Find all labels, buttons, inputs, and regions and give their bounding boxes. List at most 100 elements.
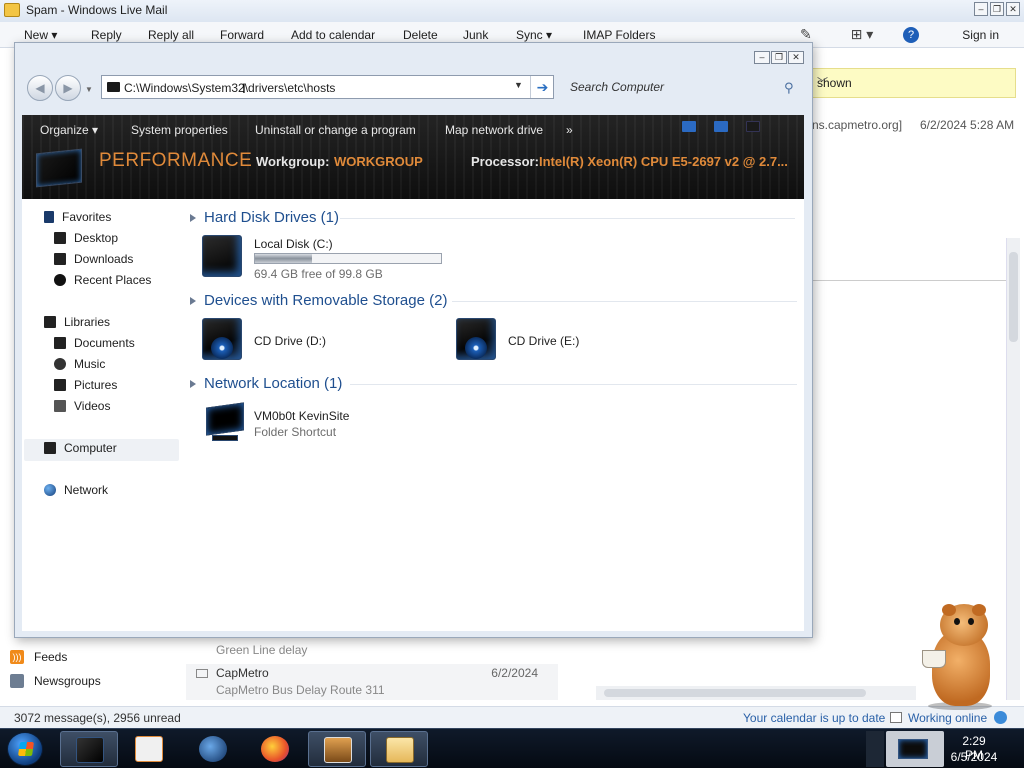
collapse-triangle-icon[interactable] [190,296,196,305]
list-item[interactable]: CapMetro CapMetro Bus Delay Route 311 6/… [186,664,558,700]
imap-folders-button[interactable]: IMAP Folders [583,28,655,42]
forward-button[interactable]: Forward [220,28,264,42]
nav-item-downloads[interactable]: Downloads [54,252,133,266]
taskbar-app-box-game[interactable] [308,731,366,767]
restore-icon[interactable]: ❐ [990,2,1004,16]
search-icon[interactable]: ⚲ [784,80,794,96]
address-bar[interactable]: ▼ ➔ [101,75,554,99]
capacity-bar [254,253,442,264]
taskbar-app-media-player[interactable] [120,731,178,767]
clock-date[interactable]: 6/5/2024 [948,750,1000,764]
nav-item-desktop[interactable]: Desktop [54,231,118,245]
nav-item-label: Downloads [74,252,134,266]
downloads-icon [54,253,66,265]
forward-button[interactable]: ▶ [55,75,81,101]
restore-icon[interactable]: ❐ [771,51,787,64]
change-view-icon[interactable] [682,121,696,132]
sign-in-button[interactable]: Sign in [962,28,999,42]
recent-pages-dropdown-icon[interactable]: ▼ [85,85,93,94]
desktop-icon [54,232,66,244]
mascot-cup [922,650,946,668]
reply-button[interactable]: Reply [91,28,122,42]
nav-item-network[interactable]: Network [44,483,108,497]
mascot-head [940,604,988,646]
new-button[interactable]: New ▾ [24,28,57,42]
scroll-thumb[interactable] [1009,252,1018,342]
preview-pane-icon[interactable] [714,121,728,132]
junk-button[interactable]: Junk [463,28,488,42]
reply-all-button[interactable]: Reply all [148,28,194,42]
newsgroup-icon [10,674,24,688]
online-status[interactable]: Working online [908,711,987,725]
message-subject[interactable]: Green Line delay [216,643,307,657]
tray-active-icon[interactable] [886,731,944,767]
info-bar: shown ﹀ [812,68,1016,98]
nav-item-newsgroups[interactable]: Newsgroups [10,674,101,688]
taskbar: 2:29 PM 6/5/2024 [0,728,1024,768]
drive-cd-d[interactable]: CD Drive (D:) [202,318,402,364]
libraries-icon [44,316,56,328]
nav-item-documents[interactable]: Documents [54,336,135,350]
close-icon[interactable]: ✕ [1006,2,1020,16]
address-dropdown-icon[interactable]: ▼ [514,80,523,90]
group-header-network-location[interactable]: Network Location (1) [190,375,797,392]
nav-item-recent-places[interactable]: Recent Places [54,273,151,287]
mascot-ear [972,604,986,616]
network-location-item[interactable]: VM0b0t KevinSite Folder Shortcut [202,402,402,449]
group-header-removable[interactable]: Devices with Removable Storage (2) [190,292,797,309]
taskbar-app-explorer[interactable] [60,731,118,767]
minimize-icon[interactable]: – [754,51,770,64]
nav-item-favorites[interactable]: Favorites [44,210,111,224]
back-button[interactable]: ◀ [27,75,53,101]
group-divider [452,301,797,302]
nav-item-libraries[interactable]: Libraries [44,315,110,329]
envelope-icon [196,669,208,678]
group-title: Network Location (1) [204,375,343,392]
search-input[interactable] [570,78,770,95]
processor-value: Intel(R) Xeon(R) CPU E5-2697 v2 @ 2.7... [539,154,788,169]
location-name: VM0b0t KevinSite [254,409,350,423]
uninstall-program-button[interactable]: Uninstall or change a program [255,123,416,137]
map-network-drive-button[interactable]: Map network drive [445,123,543,137]
help-icon[interactable] [746,121,760,132]
nav-item-videos[interactable]: Videos [54,399,110,413]
message-date: 6/2/2024 [491,666,538,680]
minimize-icon[interactable]: – [974,2,988,16]
explorer-content: Favorites Desktop Downloads Recent Place… [22,199,804,631]
globe-icon [994,711,1007,724]
nav-item-computer[interactable]: Computer [44,441,117,455]
taskbar-app-network-globe[interactable] [184,731,242,767]
group-header-hard-disk[interactable]: Hard Disk Drives (1) [190,209,795,226]
taskbar-app-firefox[interactable] [246,731,304,767]
cd-drive-icon [456,318,496,360]
delete-button[interactable]: Delete [403,28,438,42]
nav-item-music[interactable]: Music [54,357,105,371]
system-properties-button[interactable]: System properties [131,123,228,137]
organize-button[interactable]: Organize ▾ [40,123,98,137]
sync-button[interactable]: Sync ▾ [516,28,552,42]
start-button[interactable] [7,732,43,766]
show-hidden-icons-button[interactable] [866,731,884,767]
search-box[interactable]: ⚲ [564,75,804,99]
drive-cd-e[interactable]: CD Drive (E:) [456,318,656,364]
pen-icon[interactable]: ✎ ⊞ ▾ [800,26,873,43]
collapse-triangle-icon[interactable] [190,213,196,222]
drive-local-disk-c[interactable]: Local Disk (C:) 69.4 GB free of 99.8 GB [202,235,462,281]
address-input[interactable] [124,79,508,96]
add-to-calendar-button[interactable]: Add to calendar [291,28,375,42]
mail-left-nav: ))) Feeds Newsgroups [0,640,180,702]
more-commands-button[interactable]: » [566,123,573,137]
nav-item-feeds[interactable]: ))) Feeds [10,650,67,664]
nav-item-pictures[interactable]: Pictures [54,378,117,392]
vertical-scrollbar[interactable] [1006,238,1020,700]
scroll-thumb[interactable] [604,689,866,697]
close-icon[interactable]: ✕ [788,51,804,64]
collapse-triangle-icon[interactable] [190,379,196,388]
go-arrow-icon[interactable]: ➔ [530,76,554,98]
taskbar-app-mail[interactable] [370,731,428,767]
nav-item-label: Music [74,357,106,371]
help-icon[interactable]: ? [903,27,919,43]
chevron-down-icon[interactable]: ﹀ [817,74,1009,90]
calendar-status[interactable]: Your calendar is up to date [743,711,885,725]
horizontal-scrollbar[interactable] [596,686,916,700]
